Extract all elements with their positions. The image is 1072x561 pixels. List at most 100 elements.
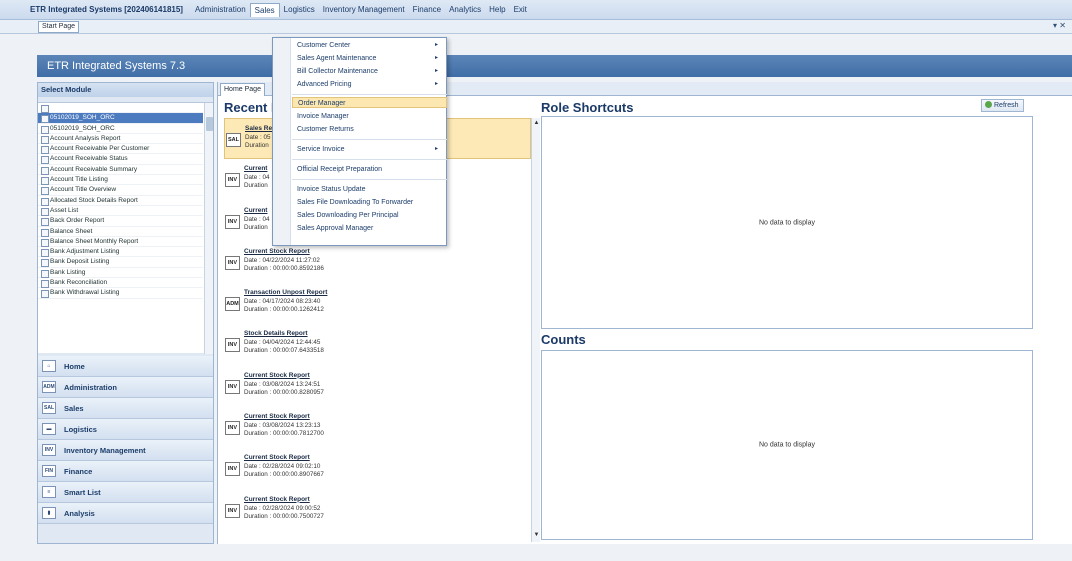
app-header: ETR Integrated Systems 7.3 [37, 55, 1072, 77]
menu-item-sales-approval-manager[interactable]: Sales Approval Manager [297, 223, 444, 234]
menu-item-invoice-status-update[interactable]: Invoice Status Update [297, 184, 444, 195]
module-list-item[interactable]: Bank Deposit Listing [38, 257, 203, 268]
menu-item-label: Bill Collector Maintenance [297, 68, 378, 75]
module-list-item[interactable]: Account Receivable Per Customer [38, 144, 203, 155]
menu-exit[interactable]: Exit [510, 3, 531, 16]
scrollbar-thumb[interactable] [206, 117, 213, 131]
menu-item-advanced-pricing[interactable]: Advanced Pricing ▸ [297, 79, 444, 90]
menu-item-service-invoice[interactable]: Service Invoice ▸ [297, 144, 444, 155]
module-list-item[interactable]: Bank Listing [38, 268, 203, 279]
menu-administration[interactable]: Administration [191, 3, 250, 16]
module-list-item[interactable]: Asset List [38, 206, 203, 217]
start-page-tab[interactable]: Start Page [38, 21, 80, 33]
nav-button-analysis[interactable]: ▮ Analysis [38, 503, 213, 524]
tab-home-page[interactable]: Home Page [220, 83, 265, 96]
scroll-up-icon[interactable]: ▲ [533, 120, 540, 128]
menu-inventory-management[interactable]: Inventory Management [319, 3, 409, 16]
module-list-item[interactable]: Account Title Overview [38, 185, 203, 196]
report-duration: Duration [244, 182, 268, 190]
report-name-link[interactable]: Current [244, 207, 267, 214]
report-date: Date : 04/17/2024 08:23:40 [244, 298, 321, 306]
report-name-link[interactable]: Current Stock Report [244, 496, 310, 503]
module-list-item[interactable]: Bank Reconciliation [38, 278, 203, 289]
module-list-item[interactable]: Bank Adjustment Listing [38, 247, 203, 258]
menu-analytics[interactable]: Analytics [445, 3, 485, 16]
menu-item-invoice-manager[interactable]: Invoice Manager [297, 111, 444, 122]
nav-button-label: Logistics [64, 424, 97, 434]
nav-button-inventory-management[interactable]: INV Inventory Management [38, 440, 213, 461]
app-window: ETR Integrated Systems [202406141815] Ad… [0, 0, 1072, 561]
menu-item-label: Invoice Manager [297, 113, 349, 120]
menu-finance[interactable]: Finance [409, 3, 445, 16]
menu-sales[interactable]: Sales [249, 2, 280, 17]
window-controls[interactable]: ▾ ✕ [1053, 21, 1066, 30]
recent-report-item[interactable]: ADM Transaction Unpost Report Date : 04/17… [224, 283, 531, 324]
module-list-item[interactable]: Account Receivable Status [38, 154, 203, 165]
nav-button-finance[interactable]: FIN Finance [38, 461, 213, 482]
nav-button-label: Home [64, 361, 85, 371]
recent-report-item[interactable]: INV Current Stock Report Date : 02/28/2024… [224, 448, 531, 489]
nav-button-label: Inventory Management [64, 445, 146, 455]
report-name-link[interactable]: Current Stock Report [244, 454, 310, 461]
module-list-item[interactable]: Allocated Stock Details Report [38, 196, 203, 206]
report-name-link[interactable]: Stock Details Report [244, 330, 308, 337]
report-name-link[interactable]: Sales Re [245, 125, 272, 132]
menu-separator [292, 179, 447, 180]
menu-logistics[interactable]: Logistics [280, 3, 319, 16]
sales-dropdown-menu: Customer Center ▸ Sales Agent Maintenance ▸… [272, 37, 447, 246]
recent-report-item[interactable]: INV Current Stock Report Date : 03/08/2024… [224, 407, 531, 448]
menu-item-label: Sales Approval Manager [297, 225, 374, 232]
scroll-down-icon[interactable]: ▼ [533, 532, 540, 540]
module-list-item[interactable]: Bank Withdrawal Listing [38, 288, 203, 299]
nav-button-label: Sales [64, 403, 84, 413]
nav-home-icon: ⌂ [42, 360, 56, 372]
app-title: ETR Integrated Systems [202406141815] [30, 5, 183, 14]
nav-button-sales[interactable]: SAL Sales [38, 398, 213, 419]
report-name-link[interactable]: Current Stock Report [244, 248, 310, 255]
report-name-link[interactable]: Current Stock Report [244, 413, 310, 420]
module-list-item[interactable]: 05102019_SOH_ORC [38, 124, 203, 134]
menu-item-sales-agent-maintenance[interactable]: Sales Agent Maintenance ▸ [297, 53, 444, 64]
recent-report-item[interactable]: INV Current Stock Report Date : 03/08/2024… [224, 366, 531, 407]
module-list[interactable]: 05102019_SOH_ORC 05102019_SOH_ORC Account … [38, 103, 203, 354]
refresh-button[interactable]: Refresh [981, 99, 1024, 112]
module-list-item[interactable]: Balance Sheet [38, 227, 203, 237]
nav-button-home[interactable]: ⌂ Home [38, 356, 213, 377]
menu-item-sales-downloading-per-principal[interactable]: Sales Downloading Per Principal [297, 210, 444, 221]
nav-button-administration[interactable]: ADM Administration [38, 377, 213, 398]
module-list-item[interactable]: Account Analysis Report [38, 134, 203, 145]
report-date: Date : 04 [244, 174, 270, 182]
nav-smart-list-icon: ≡ [42, 486, 56, 498]
menu-item-customer-center[interactable]: Customer Center ▸ [297, 40, 444, 51]
module-list-scrollbar[interactable] [204, 103, 213, 354]
report-duration: Duration : 00:00:00.7812700 [244, 430, 324, 438]
recent-report-item[interactable]: INV Stock Details Report Date : 04/04/2024… [224, 324, 531, 365]
module-list-item[interactable]: 05102019_SOH_ORC [38, 113, 203, 124]
module-list-item[interactable]: Account Receivable Summary [38, 165, 203, 176]
recent-report-item[interactable]: INV Current Stock Report Date : 02/28/2024… [224, 490, 531, 531]
nav-button-logistics[interactable]: ▬ Logistics [38, 419, 213, 440]
module-panel-title: Select Module [38, 83, 213, 97]
module-list-header [38, 103, 203, 114]
report-date: Date : 05 [245, 134, 271, 141]
recent-reports-scrollbar[interactable]: ▲ ▼ [531, 118, 540, 542]
counts-empty-text: No data to display [758, 441, 816, 449]
menu-item-label: Service Invoice [297, 146, 345, 153]
report-icon: INV [225, 379, 240, 394]
menu-item-order-manager[interactable]: Order Manager [292, 97, 447, 108]
module-list-item[interactable]: Balance Sheet Monthly Report [38, 237, 203, 248]
menu-item-sales-file-downloading-to-forwarder[interactable]: Sales File Downloading To Forwarder [297, 197, 444, 208]
module-list-item[interactable]: Account Title Listing [38, 175, 203, 186]
menu-item-customer-returns[interactable]: Customer Returns [297, 124, 444, 135]
module-list-container: 05102019_SOH_ORC 05102019_SOH_ORC Account … [38, 102, 213, 354]
report-name-link[interactable]: Transaction Unpost Report [244, 289, 327, 296]
nav-button-smart-list[interactable]: ≡ Smart List [38, 482, 213, 503]
recent-report-item[interactable]: INV Current Stock Report Date : 04/22/2024… [224, 242, 531, 283]
menu-item-label: Sales File Downloading To Forwarder [297, 199, 414, 206]
module-list-item[interactable]: Back Order Report [38, 216, 203, 227]
menu-item-bill-collector-maintenance[interactable]: Bill Collector Maintenance ▸ [297, 66, 444, 77]
report-name-link[interactable]: Current [244, 165, 267, 172]
report-name-link[interactable]: Current Stock Report [244, 372, 310, 379]
menu-item-official-receipt-preparation[interactable]: Official Receipt Preparation [297, 164, 444, 175]
menu-help[interactable]: Help [485, 3, 509, 16]
